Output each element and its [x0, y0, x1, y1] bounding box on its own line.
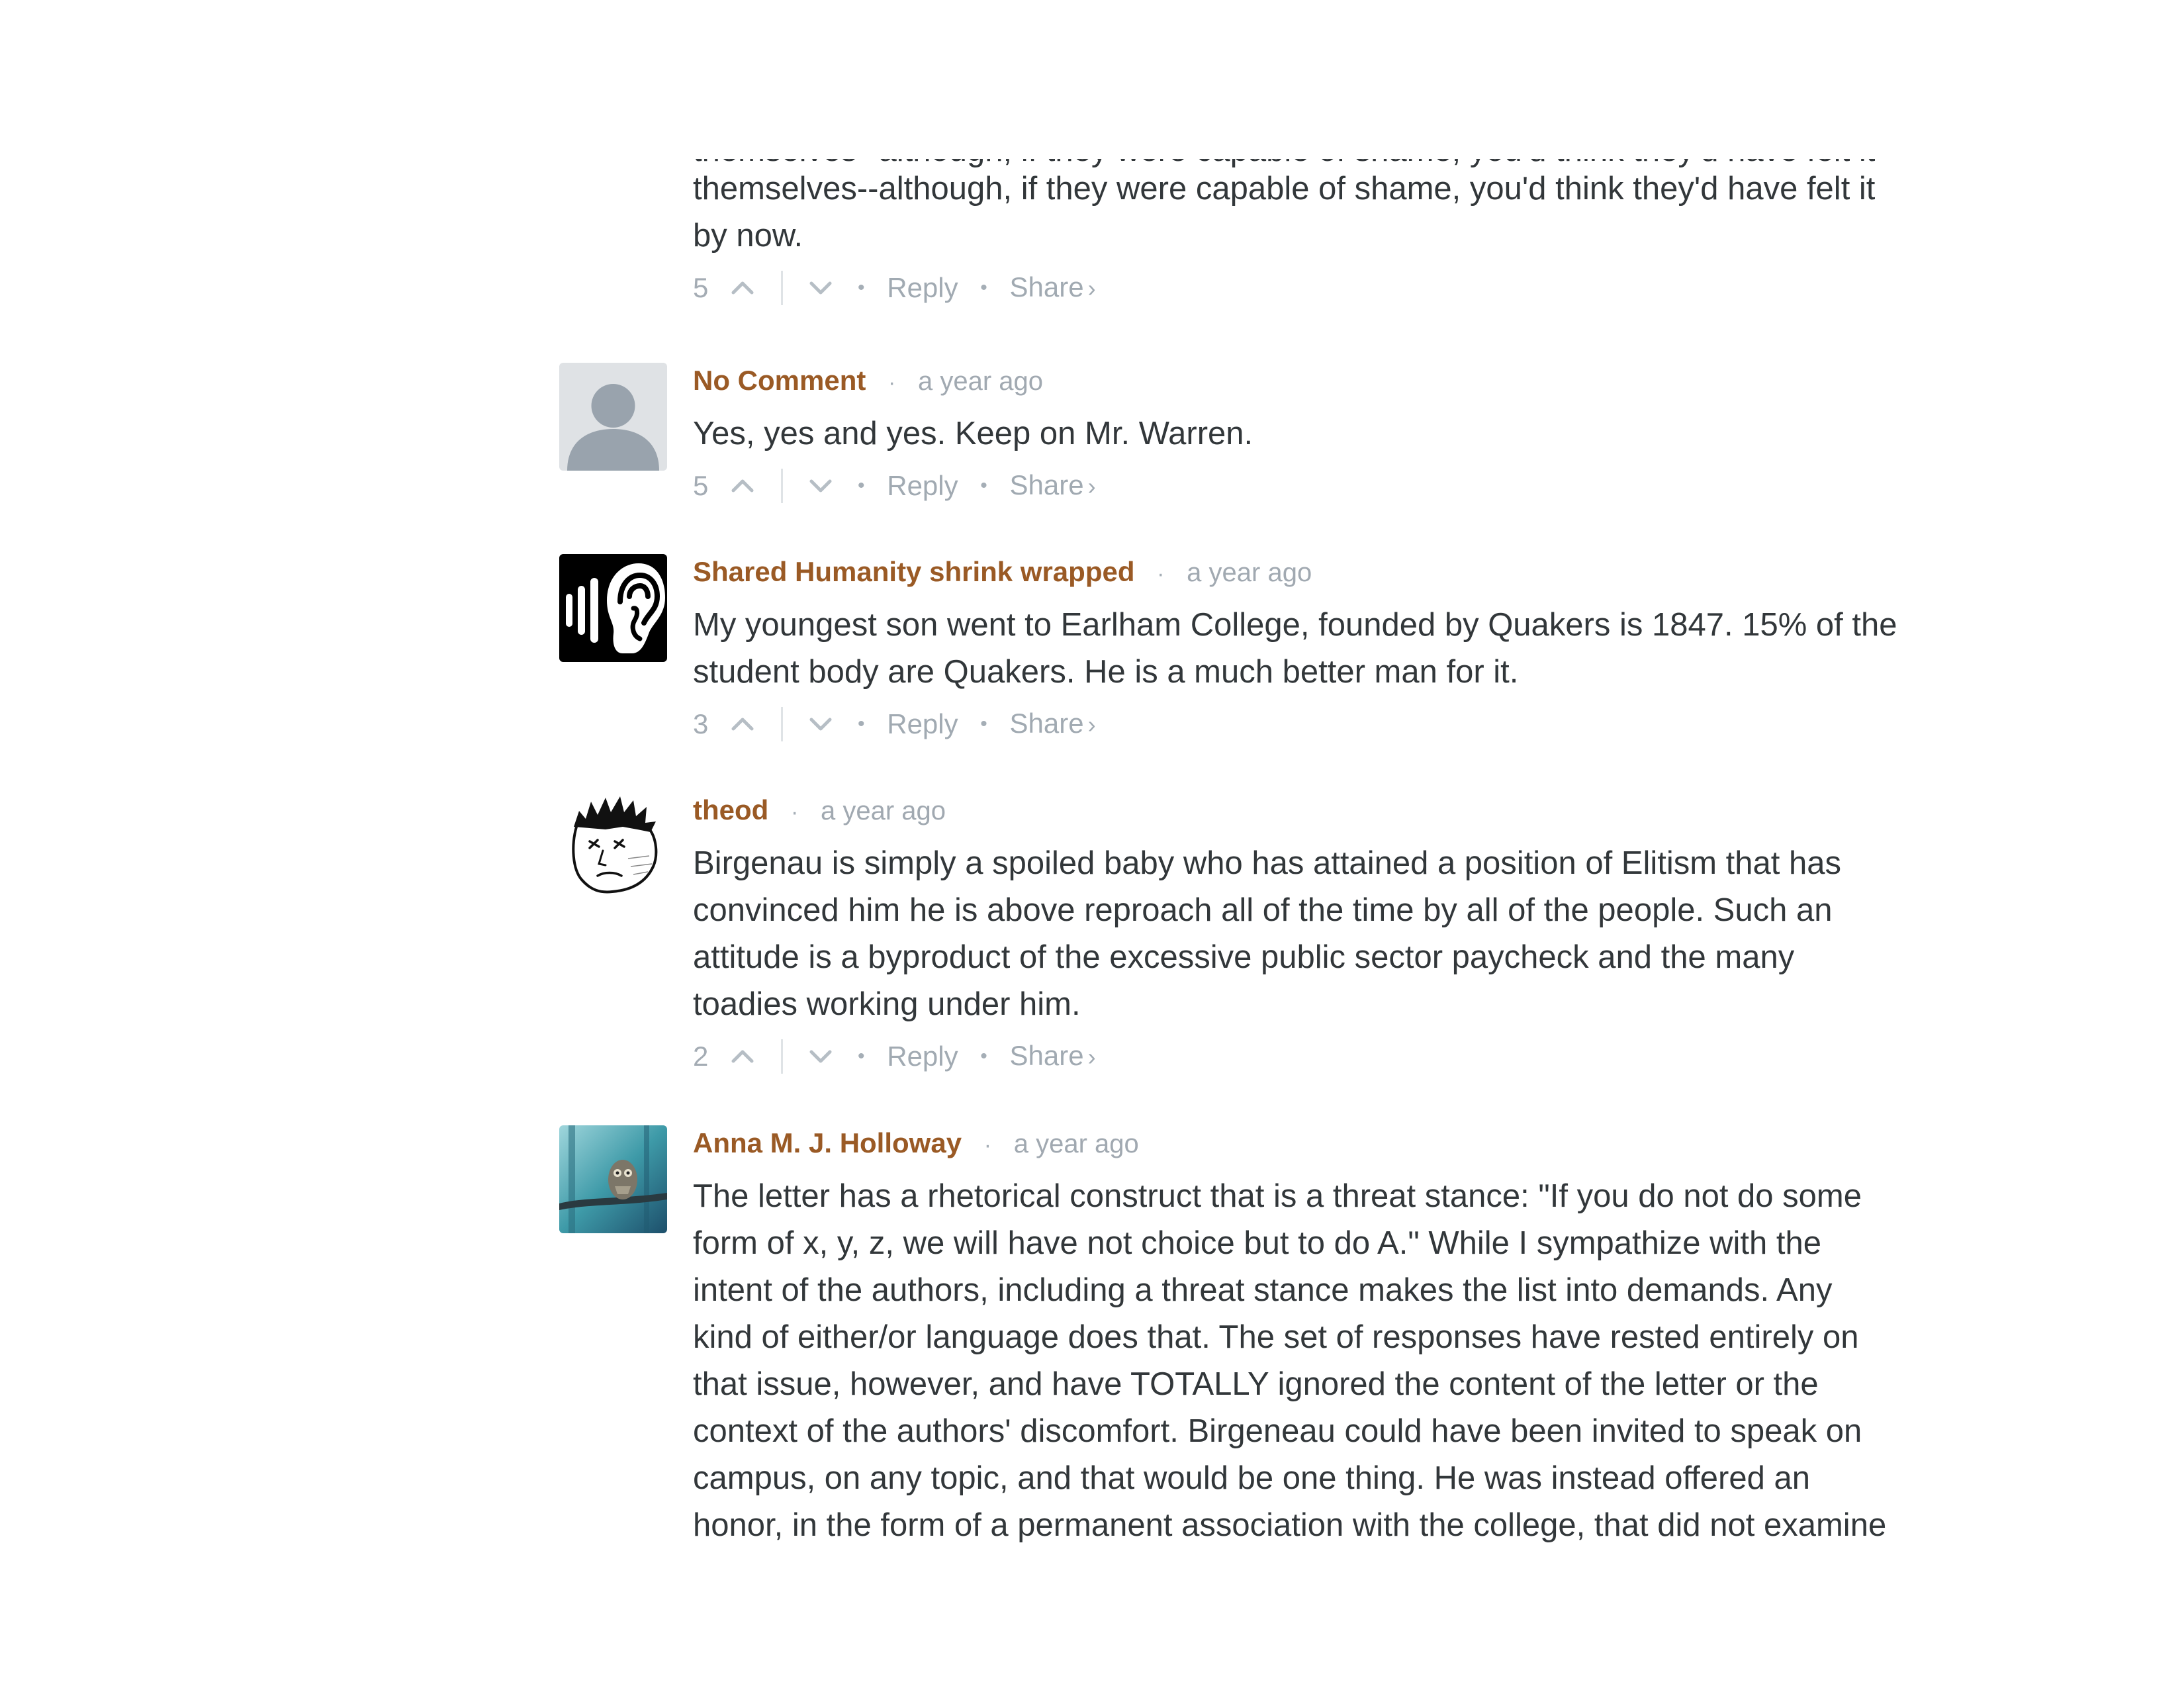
comment-text-line: themselves--although, if they were capab…: [693, 171, 1876, 207]
comment-text-line: by now.: [693, 218, 803, 254]
share-label: Share: [1009, 707, 1084, 739]
comment-text-line: honor, in the form of a permanent associ…: [693, 1507, 1887, 1543]
comment-body: Shared Humanity shrink wrapped · a year …: [693, 554, 1962, 742]
comment-meta: Shared Humanity shrink wrapped · a year …: [693, 554, 1962, 590]
sketched-face-icon: [559, 792, 667, 900]
comment-text-line: attitude is a byproduct of the excessive…: [693, 939, 1795, 975]
timestamp[interactable]: a year ago: [1014, 1129, 1139, 1158]
action-separator: •: [980, 712, 987, 735]
comment-text: The letter has a rhetorical construct th…: [693, 1173, 1962, 1549]
comment-text-line: kind of either/or language does that. Th…: [693, 1319, 1859, 1355]
comment-actions: 3 • Reply • Share ›: [693, 702, 1962, 742]
meta-separator: ·: [983, 1133, 992, 1158]
share-label: Share: [1009, 1039, 1084, 1071]
comment-text-line: toadies working under him.: [693, 986, 1081, 1022]
comment-actions: 2 • Reply • Share ›: [693, 1035, 1962, 1074]
upvote-count: 5: [693, 271, 709, 303]
ear-sound-icon: [559, 554, 667, 662]
chevron-right-icon: ›: [1087, 274, 1096, 302]
action-separator: •: [980, 474, 987, 496]
vote-divider: [780, 1039, 783, 1074]
chevron-up-icon[interactable]: [728, 471, 757, 500]
action-separator: •: [980, 276, 987, 299]
comment-actions: 5 • Reply • Share ›: [693, 464, 1962, 504]
comment-body: themselves--although, if they were capab…: [693, 165, 1962, 306]
share-button[interactable]: Share ›: [1009, 1036, 1095, 1077]
avatar[interactable]: [559, 363, 667, 471]
comment-meta: theod · a year ago: [693, 792, 1962, 828]
timestamp[interactable]: a year ago: [918, 367, 1043, 396]
comment-text-line: student body are Quakers. He is a much b…: [693, 654, 1519, 690]
reply-button[interactable]: Reply: [887, 268, 958, 308]
chevron-down-icon[interactable]: [806, 471, 835, 500]
default-user-icon: [559, 363, 667, 471]
action-separator: •: [858, 712, 865, 735]
chevron-right-icon: ›: [1087, 472, 1096, 500]
comment-meta: Anna M. J. Holloway · a year ago: [693, 1125, 1962, 1161]
comment-actions: 5 • Reply • Share ›: [693, 266, 1962, 306]
comment-text-line: intent of the authors, including a threa…: [693, 1272, 1833, 1308]
comment-meta: No Comment · a year ago: [693, 363, 1962, 399]
vote-divider: [780, 468, 783, 503]
chevron-down-icon[interactable]: [806, 710, 835, 739]
comment-text-line: convinced him he is above reproach all o…: [693, 892, 1833, 928]
action-separator: •: [858, 276, 865, 299]
chevron-up-icon[interactable]: [728, 273, 757, 303]
chevron-right-icon: ›: [1087, 710, 1096, 738]
reply-button[interactable]: Reply: [887, 704, 958, 744]
comment-text: themselves--although, if they were capab…: [693, 165, 1962, 259]
chevron-down-icon[interactable]: [806, 273, 835, 303]
meta-separator: ·: [1157, 561, 1165, 586]
comment-text-line: Birgenau is simply a spoiled baby who ha…: [693, 845, 1842, 881]
chevron-down-icon[interactable]: [806, 1042, 835, 1071]
comment-body: Anna M. J. Holloway · a year ago The let…: [693, 1125, 1962, 1549]
comment-text-line: form of x, y, z, we will have not choice…: [693, 1225, 1821, 1261]
timestamp[interactable]: a year ago: [821, 796, 946, 825]
vote-divider: [780, 706, 783, 741]
upvote-count: 3: [693, 708, 709, 739]
avatar[interactable]: [559, 792, 667, 900]
meta-separator: ·: [790, 800, 799, 825]
share-label: Share: [1009, 271, 1084, 303]
share-button[interactable]: Share ›: [1009, 704, 1095, 745]
author-name[interactable]: Shared Humanity shrink wrapped: [693, 556, 1135, 587]
comment-thread: themselves--although, if they were capab…: [0, 0, 2184, 1688]
comment-text-line: The letter has a rhetorical construct th…: [693, 1178, 1862, 1214]
comment-text-line: that issue, however, and have TOTALLY ig…: [693, 1366, 1819, 1402]
author-name[interactable]: Anna M. J. Holloway: [693, 1127, 962, 1158]
chevron-up-icon[interactable]: [728, 1042, 757, 1071]
avatar[interactable]: [559, 554, 667, 662]
action-separator: •: [980, 1045, 987, 1067]
comment-text-line: Yes, yes and yes. Keep on Mr. Warren.: [693, 416, 1253, 451]
chevron-up-icon[interactable]: [728, 710, 757, 739]
comment-text-line: context of the authors' discomfort. Birg…: [693, 1413, 1862, 1449]
share-button[interactable]: Share ›: [1009, 267, 1095, 308]
comment-text: My youngest son went to Earlham College,…: [693, 602, 1962, 696]
comment-body: theod · a year ago Birgenau is simply a …: [693, 792, 1962, 1074]
comment-text: Birgenau is simply a spoiled baby who ha…: [693, 840, 1962, 1028]
vote-divider: [780, 270, 783, 305]
comment-text-line: My youngest son went to Earlham College,…: [693, 607, 1897, 643]
comment-text-line: campus, on any topic, and that would be …: [693, 1460, 1810, 1496]
reply-button[interactable]: Reply: [887, 466, 958, 506]
author-name[interactable]: No Comment: [693, 365, 866, 396]
owl-photo-icon: [559, 1125, 667, 1233]
action-separator: •: [858, 1045, 865, 1067]
chevron-right-icon: ›: [1087, 1043, 1096, 1070]
share-label: Share: [1009, 469, 1084, 500]
reply-button[interactable]: Reply: [887, 1037, 958, 1076]
comment-body: No Comment · a year ago Yes, yes and yes…: [693, 363, 1962, 504]
action-separator: •: [858, 474, 865, 496]
author-name[interactable]: theod: [693, 794, 768, 825]
timestamp[interactable]: a year ago: [1187, 558, 1312, 587]
avatar[interactable]: [559, 1125, 667, 1233]
upvote-count: 2: [693, 1040, 709, 1072]
share-button[interactable]: Share ›: [1009, 465, 1095, 506]
upvote-count: 5: [693, 469, 709, 501]
meta-separator: ·: [888, 370, 896, 395]
comment-text: Yes, yes and yes. Keep on Mr. Warren.: [693, 410, 1962, 457]
